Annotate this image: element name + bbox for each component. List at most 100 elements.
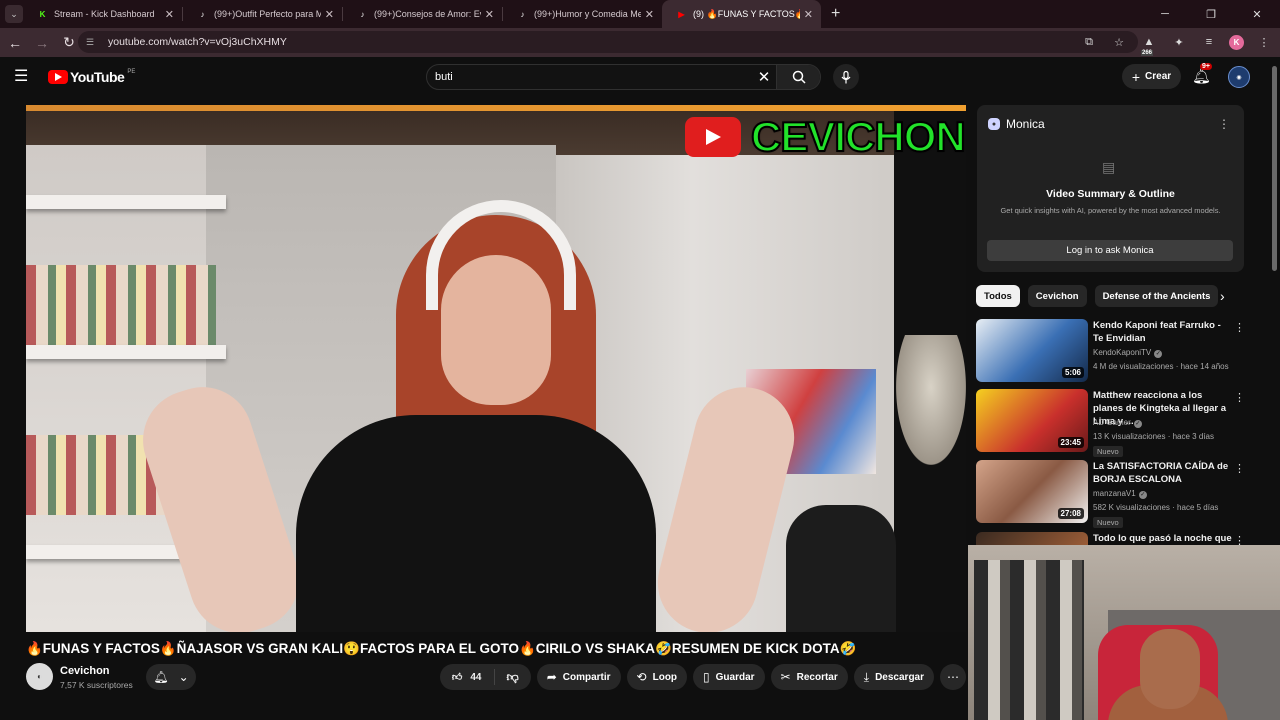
recommended-meta: 4 M de visualizaciones · hace 14 años [1093, 362, 1229, 371]
recommended-channel[interactable]: manzanaV1 ✓ [1093, 489, 1147, 499]
recommended-video[interactable]: 5:06 Kendo Kaponi feat Farruko - Te Envid… [976, 319, 1266, 387]
tab-search-button[interactable]: ⌄ [5, 5, 23, 23]
tab-title: (99+)Outfit Perfecto para Mi Cu [214, 9, 321, 19]
subscription-bell-button[interactable]: 🔔︎ ⌄ [146, 664, 196, 690]
minimize-button[interactable]: ─ [1142, 0, 1188, 28]
address-bar[interactable]: ☰ youtube.com/watch?v=vOj3uChXHMY [78, 31, 1138, 53]
plus-icon: + [1131, 68, 1141, 85]
clear-search-icon[interactable]: ✕ [752, 68, 776, 86]
notifications-button[interactable]: 🔔︎ 9+ [1192, 63, 1212, 85]
close-tab-icon[interactable]: ✕ [804, 8, 813, 21]
tab-title: (99+)Consejos de Amor: Evita C [374, 9, 481, 19]
recommended-title[interactable]: La SATISFACTORIA CAÍDA de BORJA ESCALONA [1093, 460, 1233, 486]
extension-icon[interactable]: ▲ 266 [1139, 32, 1159, 56]
monica-title: Video Summary & Outline [1046, 188, 1175, 200]
tab-list: K Stream - Kick Dashboard ✕ ♪ (99+)Outfit Pe… [23, 0, 821, 28]
scissors-icon: ✂ [780, 670, 791, 684]
share-button[interactable]: ➦ Compartir [536, 664, 621, 690]
microphone-icon [841, 70, 851, 83]
new-badge: Nuevo [1093, 446, 1123, 457]
voice-search-button[interactable] [833, 64, 859, 90]
close-tab-icon[interactable]: ✕ [485, 8, 494, 21]
chevron-right-icon[interactable]: › [1220, 288, 1225, 304]
more-options-icon[interactable]: ⋮ [1234, 321, 1245, 334]
download-icon: ⤓ [863, 669, 870, 684]
more-actions-button[interactable]: ⋯ [940, 664, 966, 690]
create-label: Crear [1145, 71, 1172, 82]
kick-icon: K [39, 9, 46, 19]
close-tab-icon[interactable]: ✕ [325, 8, 334, 21]
recommended-title[interactable]: Todo lo que pasó la noche que [1093, 532, 1233, 545]
monica-header: ● Monica [988, 117, 1045, 131]
browser-tab[interactable]: ♪ (99+)Outfit Perfecto para Mi Cu ✕ [183, 0, 342, 28]
account-avatar[interactable]: ◉ [1228, 66, 1250, 88]
chip-all[interactable]: Todos [976, 285, 1020, 307]
back-button[interactable]: ← [3, 31, 27, 55]
clip-button[interactable]: ✂ Recortar [770, 664, 848, 690]
extensions-puzzle-icon[interactable]: ✦ [1169, 32, 1189, 52]
tab-title: (9) 🔥FUNAS Y FACTOS🔥Ñ [693, 8, 800, 19]
recommended-title[interactable]: Kendo Kaponi feat Farruko - Te Envidian [1093, 319, 1233, 345]
video-thumbnail[interactable]: 27:08 [976, 460, 1088, 523]
browser-tab[interactable]: ♪ (99+)Consejos de Amor: Evita C ✕ [343, 0, 502, 28]
youtube-play-icon [685, 117, 741, 157]
forward-button[interactable]: → [30, 31, 54, 55]
install-app-icon[interactable]: ⧉ [1079, 32, 1099, 52]
like-button[interactable]: 👍︎ 44 [440, 669, 495, 685]
page-scrollbar[interactable] [1272, 66, 1277, 271]
recommended-meta: 582 K visualizaciones · hace 5 días [1093, 503, 1219, 512]
video-player[interactable]: CEVICHON [26, 105, 966, 632]
bookmark-star-icon[interactable]: ☆ [1109, 32, 1129, 52]
verified-icon: ✓ [1133, 420, 1142, 428]
save-button[interactable]: ▯ Guardar [693, 664, 765, 690]
reading-list-icon[interactable]: ≡ [1199, 32, 1219, 52]
url-text: youtube.com/watch?v=vOj3uChXHMY [108, 36, 287, 48]
monica-login-button[interactable]: Log in to ask Monica [987, 240, 1233, 261]
logo-wordmark: YouTube [70, 69, 125, 85]
recommended-video[interactable]: 27:08 La SATISFACTORIA CAÍDA de BORJA ESC… [976, 460, 1266, 528]
youtube-play-icon [48, 70, 68, 84]
recommended-meta: 13 K visualizaciones · hace 3 días [1093, 432, 1214, 441]
recommended-video[interactable]: 23:45 Matthew reacciona a los planes de K… [976, 389, 1266, 457]
browser-menu-icon[interactable]: ⋮ [1254, 32, 1274, 52]
browser-tab[interactable]: ♪ (99+)Humor y Comedia Mexica ✕ [503, 0, 662, 28]
new-tab-button[interactable]: + [831, 5, 840, 23]
region-code: PE [127, 69, 136, 75]
search-button[interactable] [776, 65, 820, 89]
create-button[interactable]: + Crear [1122, 64, 1181, 89]
loop-button[interactable]: ⟲ Loop [626, 664, 688, 690]
video-thumbnail[interactable]: 23:45 [976, 389, 1088, 452]
close-window-button[interactable]: ✕ [1234, 0, 1280, 28]
monica-menu-icon[interactable]: ⋮ [1218, 117, 1230, 131]
search-input[interactable]: buti [427, 71, 752, 83]
more-options-icon[interactable]: ⋮ [1234, 462, 1245, 475]
menu-icon[interactable]: ☰ [14, 67, 34, 87]
channel-name[interactable]: Cevichon [60, 665, 110, 677]
more-options-icon[interactable]: ⋮ [1234, 391, 1245, 404]
browser-tab[interactable]: K Stream - Kick Dashboard ✕ [23, 0, 182, 28]
toolbar-icons: ⧉ ☆ ▲ 266 ✦ ≡ K ⋮ [1079, 32, 1274, 56]
video-thumbnail[interactable]: 5:06 [976, 319, 1088, 382]
close-tab-icon[interactable]: ✕ [645, 8, 654, 21]
recommended-channel[interactable]: KendoKaponiTV ✓ [1093, 348, 1163, 358]
youtube-logo[interactable]: YouTube PE [48, 69, 135, 85]
like-count: 44 [470, 671, 482, 683]
download-button[interactable]: ⤓ Descargar [853, 664, 934, 690]
monica-logo-icon: ● [988, 118, 1000, 130]
dislike-button[interactable]: 👎︎ [495, 670, 531, 685]
search-icon [792, 70, 806, 84]
site-info-icon[interactable]: ☰ [86, 37, 100, 48]
close-tab-icon[interactable]: ✕ [165, 8, 174, 21]
thumbs-down-icon: 👎︎ [506, 669, 519, 684]
recommended-channel[interactable]: AD Gamer ✓ [1093, 418, 1142, 428]
tab-title: (99+)Humor y Comedia Mexica [534, 9, 641, 19]
video-title: 🔥FUNAS Y FACTOS🔥ÑAJASOR VS GRAN KALI😲FAC… [26, 641, 857, 656]
profile-avatar[interactable]: K [1229, 34, 1244, 50]
chip-cevichon[interactable]: Cevichon [1027, 285, 1087, 307]
channel-avatar[interactable]: ◐ [26, 663, 53, 690]
chip-dota[interactable]: Defense of the Ancients [1094, 285, 1219, 307]
restore-button[interactable]: ❐ [1188, 0, 1234, 28]
filter-chips: Todos Cevichon Defense of the Ancients [976, 285, 1246, 307]
browser-tab[interactable]: ▶ (9) 🔥FUNAS Y FACTOS🔥Ñ ✕ [662, 0, 821, 28]
bookmark-icon: ▯ [703, 670, 710, 684]
